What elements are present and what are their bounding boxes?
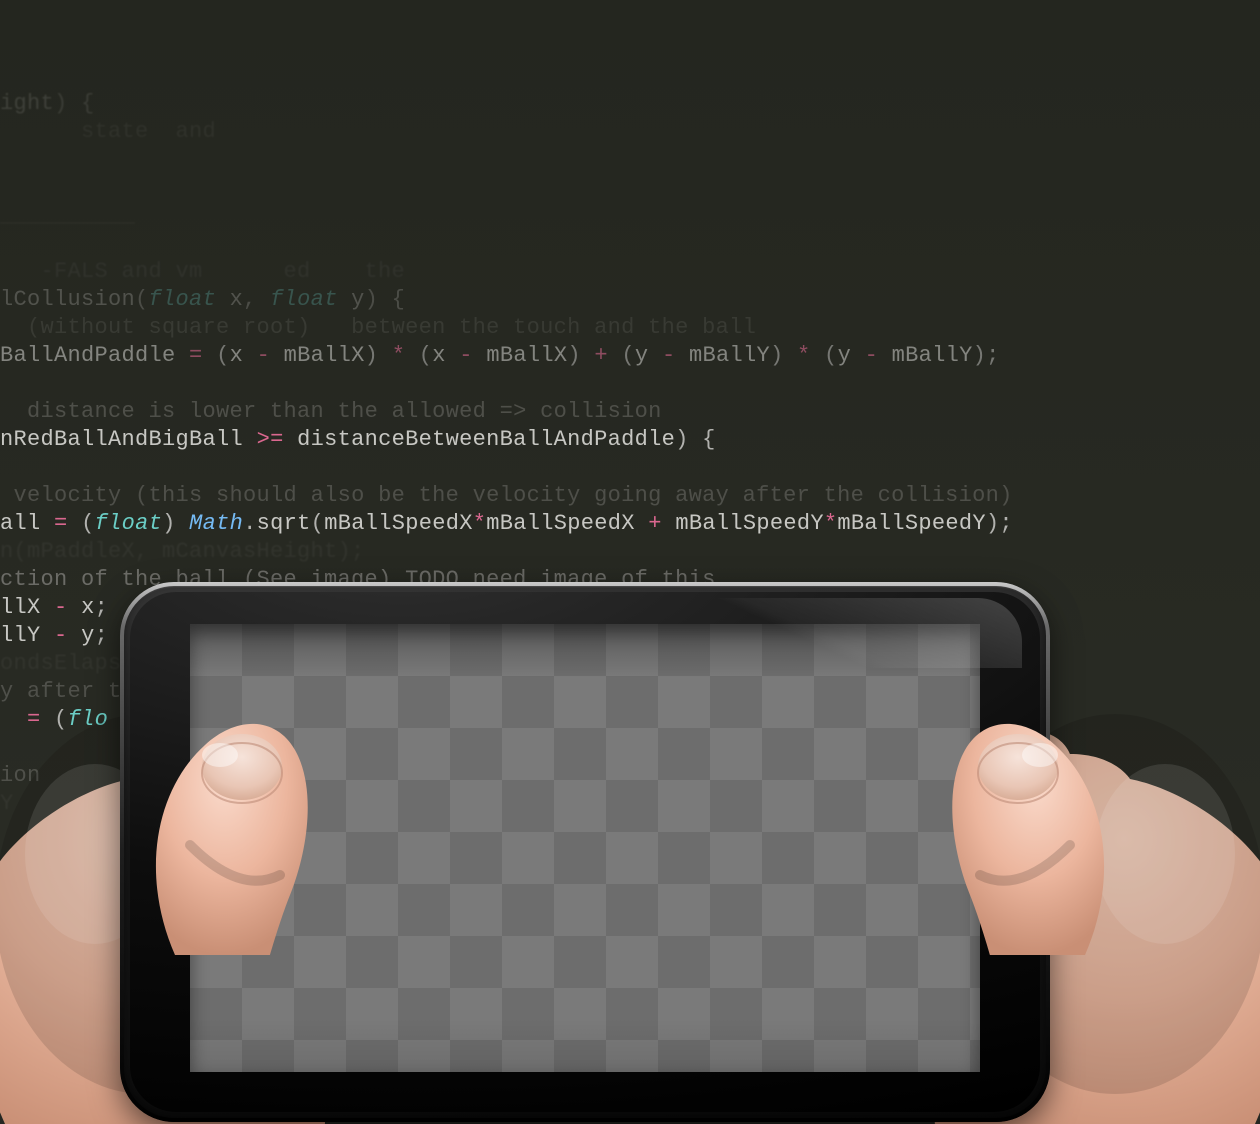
code-line: distance is lower than the allowed => co… [0,398,1260,426]
code-line: -FALS and vm ed the [0,258,1260,286]
code-line: state and [0,118,1260,146]
code-line [0,62,1260,90]
code-line: __________ [0,202,1260,230]
code-line: nRedBallAndBigBall >= distanceBetweenBal… [0,426,1260,454]
code-line: velocity (this should also be the veloci… [0,482,1260,510]
left-thumb [150,695,320,955]
code-line [0,174,1260,202]
right-thumb [940,695,1110,955]
code-line: (without square root) between the touch … [0,314,1260,342]
code-line [0,230,1260,258]
code-line [0,146,1260,174]
code-line [0,370,1260,398]
code-line: all = (float) Math.sqrt(mBallSpeedX*mBal… [0,510,1260,538]
code-line [0,454,1260,482]
code-line: BallAndPaddle = (x - mBallX) * (x - mBal… [0,342,1260,370]
code-line: lCollusion(float x, float y) { [0,286,1260,314]
code-line: ight) { [0,90,1260,118]
code-line: n(mPaddleX, mCanvasHeight); [0,538,1260,566]
